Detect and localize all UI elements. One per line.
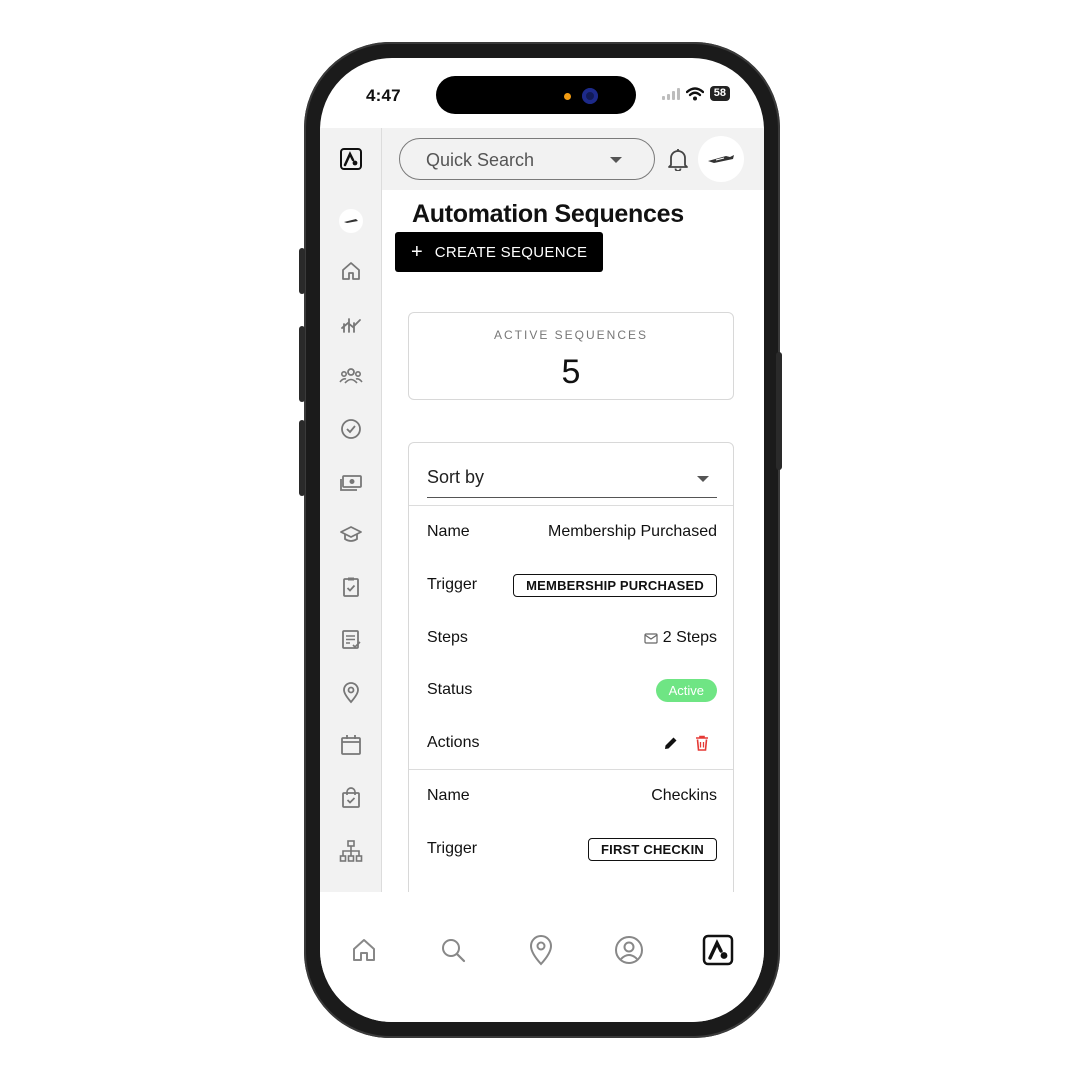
phone-mute-switch	[299, 248, 305, 294]
phone-volume-down	[299, 420, 305, 496]
field-label: Name	[427, 787, 470, 804]
sequence-name-row: Name Membership Purchased	[427, 517, 717, 547]
sidebar	[320, 128, 382, 892]
action-buttons	[663, 735, 717, 751]
calendar-icon[interactable]	[338, 732, 364, 758]
divider	[409, 769, 733, 770]
create-sequence-label: CREATE SEQUENCE	[434, 243, 588, 261]
status-icons: 58	[661, 86, 730, 101]
top-bar: Quick Search	[382, 128, 764, 190]
bottom-navigation	[320, 892, 764, 1022]
field-label: Name	[427, 523, 470, 540]
sequence-trigger-row: Trigger MEMBERSHIP PURCHASED	[427, 570, 717, 600]
user-avatar[interactable]	[698, 136, 744, 182]
field-label: Trigger	[427, 840, 478, 857]
phone-screen: 4:47 58 Quick Search Automation Sequence…	[320, 58, 764, 1022]
dynamic-island	[436, 76, 636, 114]
nav-profile-icon[interactable]	[613, 934, 645, 966]
field-label: Status	[427, 681, 473, 698]
create-sequence-button[interactable]: + CREATE SEQUENCE	[395, 232, 603, 272]
chevron-down-icon	[610, 157, 622, 163]
page-title: Automation Sequences	[412, 200, 684, 228]
edit-icon[interactable]	[663, 735, 679, 751]
sequence-name: Checkins	[651, 787, 717, 804]
stat-label: ACTIVE SEQUENCES	[493, 328, 649, 342]
trigger-chip: FIRST CHECKIN	[588, 837, 717, 861]
sequence-trigger-row: Trigger FIRST CHECKIN	[427, 834, 717, 864]
sort-by-select[interactable]: Sort by	[427, 463, 717, 498]
chevron-down-icon	[697, 476, 709, 482]
plus-icon: +	[411, 241, 423, 263]
clipboard-check-icon[interactable]	[338, 574, 364, 600]
check-circle-icon[interactable]	[338, 416, 364, 442]
payments-icon[interactable]	[338, 469, 364, 495]
avatar[interactable]	[338, 208, 364, 234]
logo-icon[interactable]	[338, 146, 364, 172]
notes-icon[interactable]	[338, 627, 364, 653]
shopping-bag-icon[interactable]	[338, 785, 364, 811]
quick-search-dropdown[interactable]: Quick Search	[399, 138, 655, 180]
field-label: Actions	[427, 734, 480, 751]
sequence-list: Sort by Name Membership Purchased Trigge…	[408, 442, 734, 892]
divider	[409, 505, 733, 506]
location-icon[interactable]	[338, 680, 364, 706]
main-content: Automation Sequences + CREATE SEQUENCE A…	[382, 190, 764, 892]
phone-power-button	[776, 352, 782, 470]
sequence-status-row: Status Active	[427, 675, 717, 705]
delete-icon[interactable]	[695, 735, 709, 751]
sequence-name-row: Name Checkins	[427, 781, 717, 811]
nav-home-icon[interactable]	[348, 934, 380, 966]
steps-count: 2 Steps	[644, 629, 717, 647]
steps-text: 2 Steps	[662, 629, 717, 646]
field-label: Trigger	[427, 576, 478, 593]
nav-search-icon[interactable]	[437, 934, 469, 966]
signal-icon	[661, 87, 680, 100]
active-sequences-card: ACTIVE SEQUENCES 5	[408, 312, 734, 400]
field-label: Steps	[427, 629, 468, 646]
home-icon[interactable]	[338, 258, 364, 284]
sequence-steps-row: Steps 2 Steps	[427, 623, 717, 653]
status-time: 4:47	[366, 86, 401, 105]
front-camera	[582, 88, 598, 104]
bell-icon[interactable]	[667, 147, 689, 176]
privacy-indicator-dot	[564, 93, 571, 100]
members-icon[interactable]	[338, 363, 364, 389]
battery-indicator: 58	[709, 86, 730, 101]
email-icon	[644, 633, 658, 644]
sequence-name: Membership Purchased	[548, 523, 717, 540]
wifi-icon	[685, 86, 704, 100]
stat-value: 5	[561, 353, 581, 391]
sequence-actions-row: Actions	[427, 728, 717, 758]
quick-search-placeholder: Quick Search	[426, 150, 535, 170]
trigger-chip: MEMBERSHIP PURCHASED	[513, 573, 717, 597]
education-icon[interactable]	[338, 521, 364, 547]
analytics-icon[interactable]	[338, 311, 364, 337]
status-badge: Active	[655, 678, 717, 702]
nav-app-logo-icon[interactable]	[702, 934, 734, 966]
phone-volume-up	[299, 326, 305, 402]
sort-by-label: Sort by	[427, 467, 485, 487]
nav-location-icon[interactable]	[525, 934, 557, 966]
hierarchy-icon[interactable]	[338, 838, 364, 864]
